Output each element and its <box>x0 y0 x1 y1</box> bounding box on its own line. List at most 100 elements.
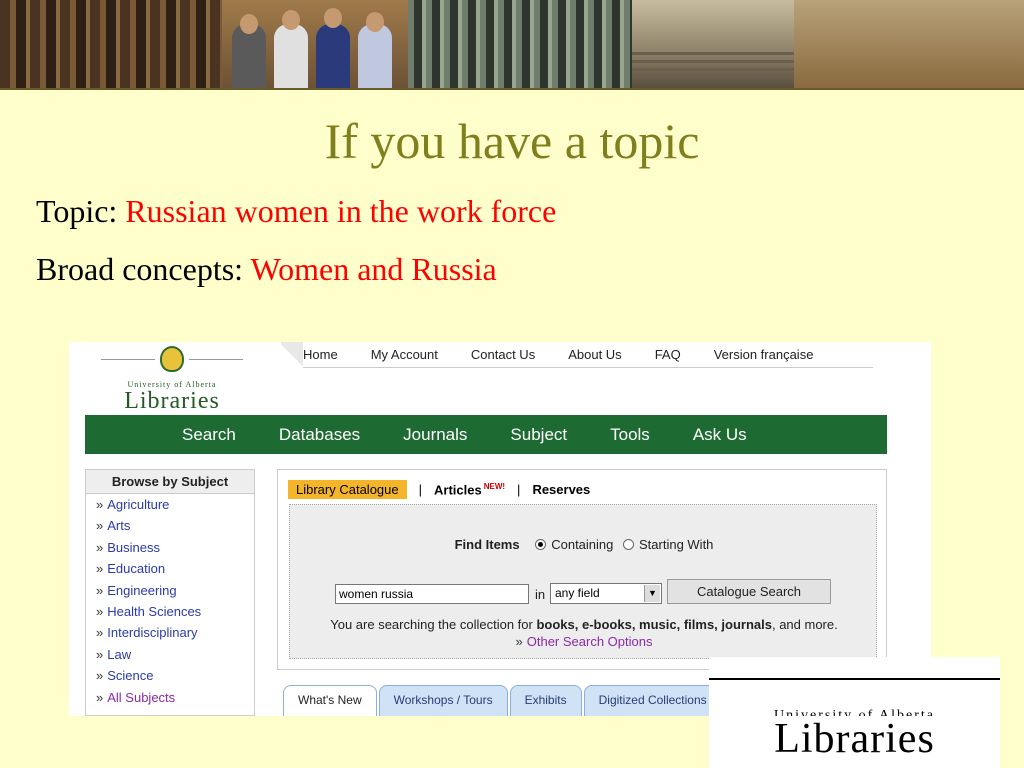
banner-photo-stairs <box>632 0 794 88</box>
topic-line: Topic: Russian women in the work force <box>36 193 556 230</box>
top-nav-about-us[interactable]: About Us <box>568 347 621 362</box>
other-options-label: Other Search Options <box>526 634 653 649</box>
radio-starting-label: Starting With <box>639 537 714 552</box>
search-scope-note: You are searching the collection for boo… <box>290 617 878 632</box>
top-nav-my-account[interactable]: My Account <box>371 347 438 362</box>
main-nav-search[interactable]: Search <box>182 425 236 445</box>
note-text: You are searching the collection for <box>330 617 537 632</box>
subject-link-label: Interdisciplinary <box>107 625 198 641</box>
top-nav-contact-us[interactable]: Contact Us <box>471 347 535 362</box>
catalogue-search-button[interactable]: Catalogue Search <box>667 579 831 604</box>
subject-link-label: Law <box>107 646 132 662</box>
tab-library-catalogue[interactable]: Library Catalogue <box>288 480 407 499</box>
find-items-label: Find Items <box>454 537 520 552</box>
chevron-right-icon: » <box>96 646 104 662</box>
tab-workshops-tours[interactable]: Workshops / Tours <box>378 685 508 716</box>
concepts-value: Women and Russia <box>250 251 497 287</box>
top-nav: Home My Account Contact Us About Us FAQ … <box>281 342 873 368</box>
tab-articles-label: Articles <box>434 482 482 498</box>
top-nav-faq[interactable]: FAQ <box>655 347 681 362</box>
radio-containing-label: Containing <box>551 537 614 552</box>
subject-link-law[interactable]: » Law <box>86 644 254 665</box>
chevron-right-icon: » <box>96 625 104 641</box>
chevron-right-icon: » <box>515 634 523 649</box>
subject-link-label: Business <box>107 539 160 555</box>
subject-link-arts[interactable]: » Arts <box>86 515 254 536</box>
crest-icon <box>160 346 184 372</box>
top-nav-home[interactable]: Home <box>303 347 338 362</box>
search-form: Find Items Containing Starting With wome… <box>289 504 877 659</box>
browse-header: Browse by Subject <box>86 470 254 494</box>
search-tabs: Library Catalogue | Articles NEW! | Reser… <box>288 480 590 499</box>
tab-reserves[interactable]: Reserves <box>532 482 590 497</box>
subject-link-interdisciplinary[interactable]: » Interdisciplinary <box>86 622 254 643</box>
subject-link-label: Agriculture <box>107 497 170 512</box>
main-nav-subject[interactable]: Subject <box>510 425 567 445</box>
main-nav-journals[interactable]: Journals <box>403 425 467 445</box>
concepts-label: Broad concepts: <box>36 251 251 287</box>
subject-link-science[interactable]: » Science <box>86 665 254 686</box>
subject-link-label: Arts <box>107 518 131 534</box>
header-photo-banner <box>0 0 1024 90</box>
field-select[interactable]: any field ▼ <box>550 583 662 604</box>
subject-link-education[interactable]: » Education <box>86 558 254 579</box>
tab-articles[interactable]: Articles NEW! <box>434 482 505 497</box>
catalogue-search-box: Library Catalogue | Articles NEW! | Reser… <box>277 469 887 670</box>
subject-link-label: Science <box>107 668 154 684</box>
subject-link-all-subjects[interactable]: » All Subjects <box>86 687 254 708</box>
in-label: in <box>535 587 546 602</box>
subject-link-engineering[interactable]: » Engineering <box>86 580 254 601</box>
top-nav-slant <box>281 342 303 368</box>
banner-divider <box>0 88 1024 90</box>
logo-rule-left <box>101 359 155 360</box>
chevron-right-icon: » <box>96 539 104 555</box>
chevron-right-icon: » <box>96 518 104 534</box>
tab-exhibits[interactable]: Exhibits <box>509 685 582 716</box>
chevron-right-icon: » <box>96 561 104 577</box>
field-select-value: any field <box>555 586 600 600</box>
banner-photo-students <box>222 0 408 88</box>
tab-separator: | <box>418 482 423 497</box>
main-nav: Search Databases Journals Subject Tools … <box>85 415 887 454</box>
banner-photo-bookshelf <box>0 0 222 88</box>
dropdown-arrow-icon[interactable]: ▼ <box>644 585 660 602</box>
subject-link-business[interactable]: » Business <box>86 537 254 558</box>
chevron-right-icon: » <box>96 603 104 619</box>
tab-digitized-collections[interactable]: Digitized Collections <box>583 685 722 716</box>
chevron-right-icon: » <box>96 582 104 598</box>
chevron-right-icon: » <box>96 668 104 684</box>
logo-rule-right <box>189 359 243 360</box>
subject-link-agriculture[interactable]: » Agriculture <box>86 494 254 515</box>
topic-label: Topic: <box>36 193 126 229</box>
browse-by-subject-panel: Browse by Subject » Agriculture » Arts » Bu… <box>85 469 255 716</box>
find-items-row: Find Items Containing Starting With <box>290 537 878 552</box>
slide-title: If you have a topic <box>324 113 700 169</box>
tab-whats-new[interactable]: What's New <box>283 685 377 716</box>
main-nav-tools[interactable]: Tools <box>610 425 650 445</box>
corner-logo-rule <box>709 678 1000 680</box>
corner-libraries-logo: University of Alberta Libraries <box>709 657 1000 768</box>
radio-containing[interactable] <box>535 539 547 550</box>
topic-value: Russian women in the work force <box>125 193 557 229</box>
library-logo[interactable]: University of Alberta Libraries <box>101 346 243 414</box>
note-text-end: , and more. <box>771 617 838 632</box>
top-nav-version-francaise[interactable]: Version française <box>714 347 814 362</box>
chevron-right-icon: » <box>96 497 104 512</box>
bottom-tabs: What's New Workshops / Tours Exhibits Di… <box>283 685 724 716</box>
concepts-line: Broad concepts: Women and Russia <box>36 251 497 288</box>
new-badge: NEW! <box>483 481 506 491</box>
other-search-options-link[interactable]: » Other Search Options <box>290 634 878 649</box>
corner-logo-libraries: Libraries <box>774 716 935 762</box>
banner-photo-reading-room <box>794 0 1024 88</box>
chevron-right-icon: » <box>96 689 104 705</box>
search-input[interactable]: women russia <box>335 584 529 604</box>
main-nav-ask-us[interactable]: Ask Us <box>693 425 747 445</box>
subject-link-label: Engineering <box>107 582 177 598</box>
subject-link-health-sciences[interactable]: » Health Sciences <box>86 601 254 622</box>
note-bold: books, e-books, music, films, journals <box>536 617 772 632</box>
radio-starting-with[interactable] <box>623 539 634 550</box>
subject-link-label: Education <box>107 561 166 577</box>
main-nav-databases[interactable]: Databases <box>279 425 360 445</box>
banner-photo-atrium <box>408 0 632 88</box>
tab-separator: | <box>517 482 521 497</box>
